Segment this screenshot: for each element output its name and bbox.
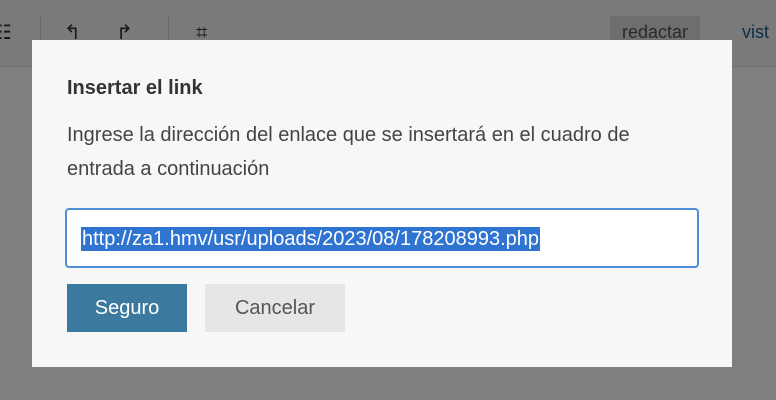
cancel-button[interactable]: Cancelar <box>205 284 345 332</box>
dialog-description: Ingrese la dirección del enlace que se i… <box>67 124 630 180</box>
url-input[interactable] <box>65 208 699 268</box>
dialog-title: Insertar el link <box>67 77 203 99</box>
insert-link-dialog: Insertar el link Ingrese la dirección de… <box>32 40 732 367</box>
confirm-button[interactable]: Seguro <box>67 284 187 332</box>
